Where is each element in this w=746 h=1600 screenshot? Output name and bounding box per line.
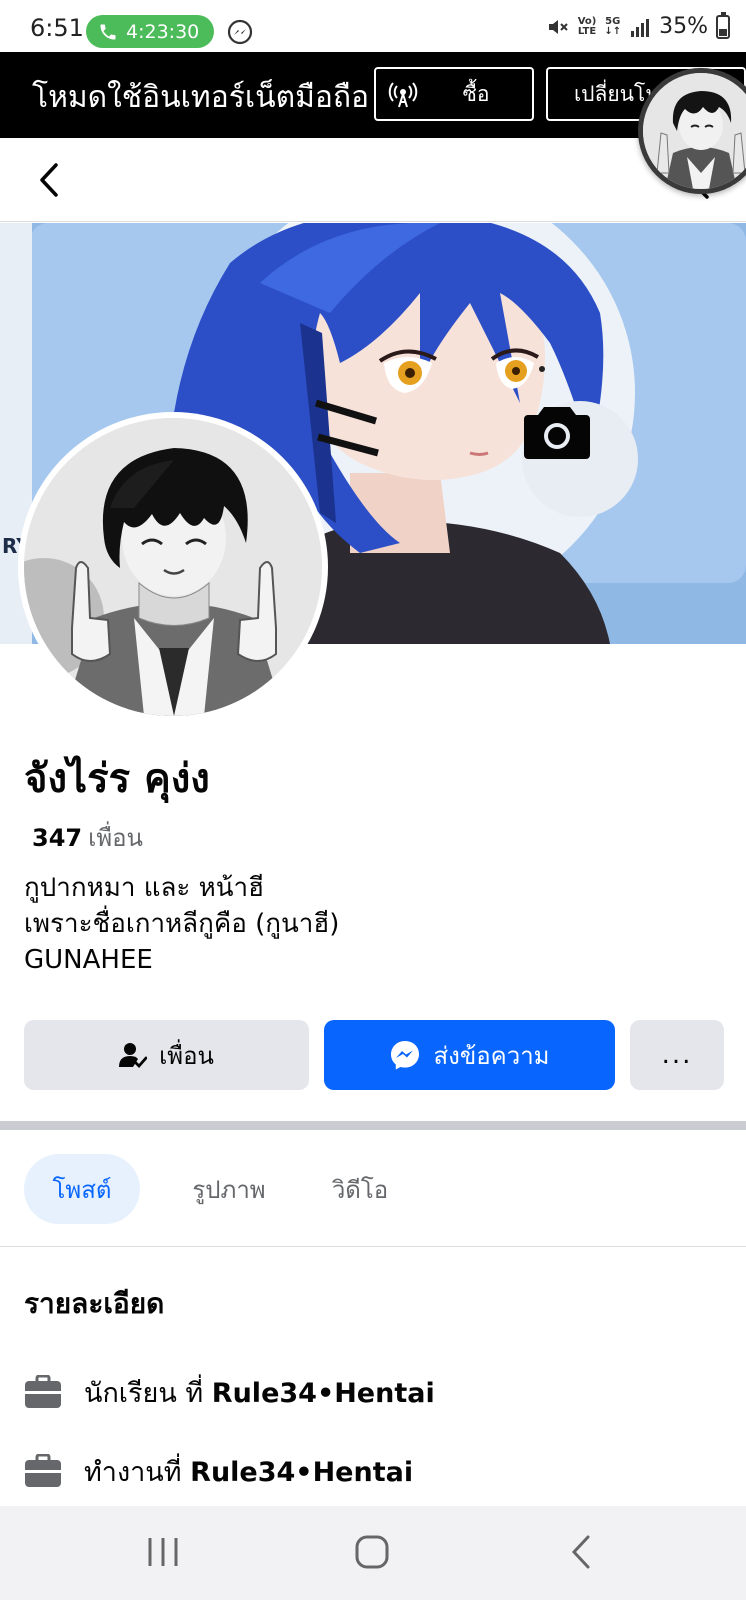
detail-item-education[interactable]: นักเรียน ที่ Rule34•Hentai bbox=[24, 1370, 435, 1414]
friend-count[interactable]: 347 เพื่อน bbox=[32, 818, 143, 857]
detail-place: Rule34•Hentai bbox=[211, 1377, 435, 1409]
friends-button[interactable]: เพื่อน bbox=[24, 1020, 309, 1090]
chat-head-avatar bbox=[643, 73, 746, 189]
detail-text: ทำงานที่ Rule34•Hentai bbox=[84, 1456, 414, 1488]
friend-count-label: เพื่อน bbox=[88, 824, 143, 852]
tab-posts[interactable]: โพสต์ bbox=[24, 1154, 140, 1224]
volte-icon: Vo) LTE bbox=[577, 15, 597, 37]
briefcase-icon bbox=[25, 1454, 61, 1487]
friend-check-icon bbox=[119, 1043, 148, 1069]
friends-button-label: เพื่อน bbox=[159, 1041, 214, 1070]
send-message-label: ส่งข้อความ bbox=[433, 1041, 550, 1070]
detail-item-work[interactable]: ทำงานที่ Rule34•Hentai bbox=[24, 1449, 413, 1493]
more-options-button[interactable]: ... bbox=[630, 1020, 724, 1090]
status-bar: 6:51 4:23:30 Vo) LTE 5G ↓↑ 35% bbox=[0, 0, 746, 52]
call-timer: 4:23:30 bbox=[126, 20, 200, 43]
profile-bio: กูปากหมา และ หน้าฮี เพราะชื่อเกาหลีกูคือ… bbox=[24, 870, 339, 978]
phone-icon bbox=[100, 24, 116, 39]
android-navigation-bar bbox=[0, 1506, 746, 1600]
network-type-icon: 5G ↓↑ bbox=[604, 15, 622, 37]
mute-icon bbox=[548, 19, 568, 34]
home-icon[interactable] bbox=[354, 1534, 390, 1570]
tab-photos[interactable]: รูปภาพ bbox=[164, 1154, 294, 1224]
bio-line: GUNAHEE bbox=[24, 945, 153, 975]
tab-posts-label: โพสต์ bbox=[52, 1175, 112, 1204]
battery-icon bbox=[716, 11, 730, 39]
battery-percent: 35% bbox=[659, 14, 708, 39]
back-arrow-icon[interactable] bbox=[30, 160, 70, 200]
profile-name: จังไร่ร คุง่ง bbox=[24, 756, 210, 802]
send-message-button[interactable]: ส่งข้อความ bbox=[324, 1020, 615, 1090]
bio-line: กูปากหมา และ หน้าฮี bbox=[24, 873, 265, 903]
system-back-icon[interactable] bbox=[568, 1534, 596, 1570]
signal-icon bbox=[631, 18, 650, 37]
briefcase-icon bbox=[25, 1375, 61, 1408]
edit-cover-camera-button[interactable] bbox=[522, 401, 638, 517]
mobile-data-banner: โหมดใช้อินเทอร์เน็ตมือถือ ซื้อ เปลี่ยนโห… bbox=[0, 52, 746, 138]
detail-place: Rule34•Hentai bbox=[190, 1456, 414, 1488]
more-options-label: ... bbox=[661, 1040, 693, 1070]
friend-count-number: 347 bbox=[32, 824, 83, 852]
detail-text: นักเรียน ที่ Rule34•Hentai bbox=[84, 1377, 435, 1409]
banner-text: โหมดใช้อินเทอร์เน็ตมือถือ bbox=[32, 80, 370, 115]
status-time: 6:51 bbox=[30, 14, 84, 42]
tabs-divider bbox=[0, 1246, 746, 1247]
camera-icon bbox=[524, 407, 590, 459]
details-heading: รายละเอียด bbox=[24, 1287, 165, 1320]
profile-picture[interactable] bbox=[18, 412, 328, 722]
messenger-icon bbox=[391, 1041, 420, 1070]
tab-photos-label: รูปภาพ bbox=[192, 1175, 266, 1204]
tab-videos-label: วิดีโอ bbox=[331, 1175, 389, 1204]
bio-line: เพราะชื่อเกาหลีกูคือ (กูนาฮี) bbox=[24, 909, 340, 939]
broadcast-icon bbox=[388, 82, 418, 108]
status-icons: Vo) LTE 5G ↓↑ 35% bbox=[546, 11, 730, 39]
profile-avatar-illustration bbox=[24, 418, 322, 716]
buy-label: ซื้อ bbox=[462, 81, 490, 106]
buy-data-button[interactable]: ซื้อ bbox=[374, 67, 534, 121]
top-navigation bbox=[0, 138, 746, 222]
section-divider bbox=[0, 1121, 746, 1130]
ongoing-call-pill[interactable]: 4:23:30 bbox=[86, 15, 214, 48]
messenger-notification-icon bbox=[227, 19, 253, 45]
tab-videos[interactable]: วิดีโอ bbox=[310, 1154, 410, 1224]
recent-apps-icon[interactable] bbox=[146, 1536, 180, 1568]
